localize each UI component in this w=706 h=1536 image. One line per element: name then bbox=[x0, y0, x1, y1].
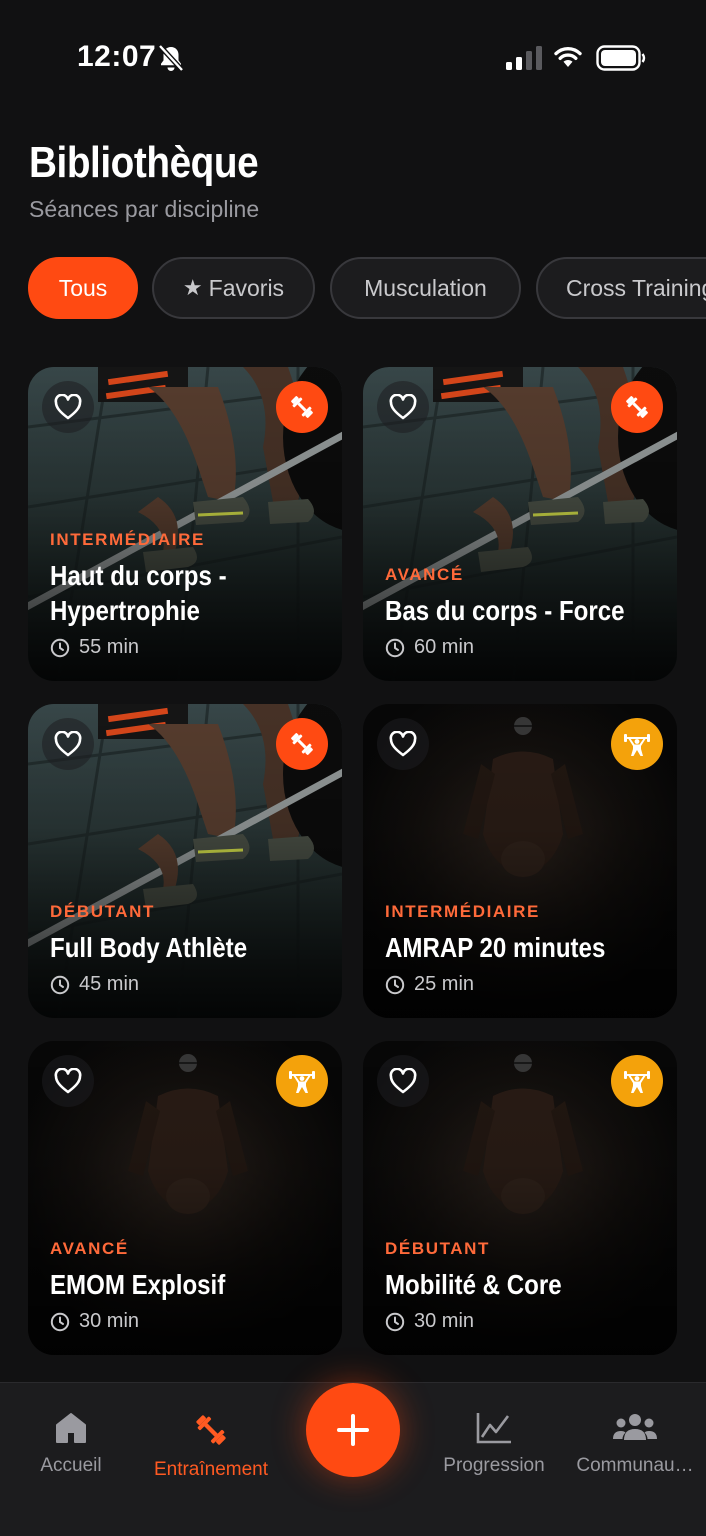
workout-duration: 30 min bbox=[50, 1310, 326, 1333]
duration-text: 45 min bbox=[79, 973, 140, 995]
tab-communaute[interactable]: Communau… bbox=[565, 1411, 705, 1477]
tab-entrainement[interactable]: Entraînement bbox=[141, 1411, 281, 1481]
status-time: 12:07 bbox=[77, 40, 157, 73]
clock-icon bbox=[385, 638, 405, 657]
workout-duration: 30 min bbox=[385, 1310, 661, 1333]
workout-level: DÉBUTANT bbox=[50, 902, 156, 921]
favorite-button[interactable] bbox=[42, 718, 94, 770]
dumbbell-icon bbox=[196, 1415, 226, 1445]
filter-chip-favoris[interactable]: ★ Favoris bbox=[152, 257, 315, 319]
duration-text: 60 min bbox=[414, 636, 475, 658]
workout-card[interactable]: DÉBUTANT Full Body Athlète 45 min bbox=[28, 704, 342, 1018]
heart-outline-icon bbox=[389, 731, 417, 757]
discipline-badge bbox=[611, 1055, 663, 1107]
heart-outline-icon bbox=[389, 394, 417, 420]
dumbbell-icon bbox=[291, 396, 313, 418]
discipline-filter-bar: Tous ★ Favoris Musculation Cross Trainin… bbox=[0, 257, 706, 321]
status-bar: 12:07 bbox=[0, 0, 706, 110]
duration-text: 30 min bbox=[79, 1310, 140, 1332]
chart-icon bbox=[476, 1413, 511, 1444]
workout-level: AVANCÉ bbox=[385, 565, 464, 584]
page-subtitle: Séances par discipline bbox=[29, 196, 260, 222]
star-icon: ★ bbox=[182, 275, 203, 300]
workout-duration: 45 min bbox=[50, 973, 326, 996]
favorite-button[interactable] bbox=[42, 1055, 94, 1107]
heart-outline-icon bbox=[54, 731, 82, 757]
workout-level: INTERMÉDIAIRE bbox=[385, 902, 540, 921]
favorite-button[interactable] bbox=[377, 381, 429, 433]
tab-label: Progression bbox=[443, 1455, 545, 1476]
bell-off-icon bbox=[158, 44, 184, 72]
plus-icon bbox=[337, 1414, 369, 1446]
clock-icon bbox=[385, 975, 405, 994]
weightlifter-icon bbox=[624, 734, 650, 756]
duration-text: 25 min bbox=[414, 973, 475, 995]
filter-chip-musculation[interactable]: Musculation bbox=[330, 257, 521, 319]
tab-label: Entraînement bbox=[153, 1459, 269, 1480]
discipline-badge bbox=[276, 1055, 328, 1107]
workout-title: Full Body Athlète bbox=[50, 932, 248, 963]
workout-title: AMRAP 20 minutes bbox=[385, 932, 606, 963]
weightlifter-icon bbox=[624, 1071, 650, 1093]
workout-title: Mobilité & Core bbox=[385, 1269, 562, 1300]
filter-chip-label: Favoris bbox=[208, 274, 285, 301]
wifi-icon bbox=[554, 46, 582, 67]
filter-chip-cross-training[interactable]: Cross Training bbox=[536, 257, 706, 319]
workout-duration: 60 min bbox=[385, 636, 661, 659]
filter-chip-label: Musculation bbox=[364, 274, 487, 301]
filter-chip-label: Cross Training bbox=[566, 274, 706, 301]
tab-label: Accueil bbox=[40, 1455, 102, 1476]
duration-text: 55 min bbox=[79, 636, 140, 658]
filter-chip-label: Tous bbox=[58, 274, 108, 301]
discipline-badge bbox=[276, 718, 328, 770]
favorite-button[interactable] bbox=[377, 1055, 429, 1107]
workout-title: Bas du corps - Force bbox=[385, 595, 625, 626]
tab-label: Communau… bbox=[576, 1455, 694, 1476]
favorite-button[interactable] bbox=[42, 381, 94, 433]
heart-outline-icon bbox=[54, 1068, 82, 1094]
workout-card[interactable]: AVANCÉ EMOM Explosif 30 min bbox=[28, 1041, 342, 1355]
workout-card[interactable]: INTERMÉDIAIRE Haut du corps - Hypertroph… bbox=[28, 367, 342, 681]
heart-outline-icon bbox=[54, 394, 82, 420]
weightlifter-icon bbox=[289, 1071, 315, 1093]
dumbbell-icon bbox=[626, 396, 648, 418]
workout-card[interactable]: AVANCÉ Bas du corps - Force 60 min bbox=[363, 367, 677, 681]
workout-card[interactable]: DÉBUTANT Mobilité & Core 30 min bbox=[363, 1041, 677, 1355]
page-title: Bibliothèque bbox=[29, 138, 259, 187]
battery-icon bbox=[596, 45, 646, 71]
workout-level: INTERMÉDIAIRE bbox=[50, 530, 205, 549]
clock-icon bbox=[50, 1312, 70, 1331]
duration-text: 30 min bbox=[414, 1310, 475, 1332]
workout-title: EMOM Explosif bbox=[50, 1269, 226, 1300]
discipline-badge bbox=[276, 381, 328, 433]
workout-card[interactable]: INTERMÉDIAIRE AMRAP 20 minutes 25 min bbox=[363, 704, 677, 1018]
workout-duration: 55 min bbox=[50, 636, 326, 659]
dumbbell-icon bbox=[291, 733, 313, 755]
discipline-badge bbox=[611, 718, 663, 770]
workout-level: DÉBUTANT bbox=[385, 1239, 491, 1258]
clock-icon bbox=[50, 638, 70, 657]
cellular-signal-icon bbox=[506, 46, 542, 70]
tab-progression[interactable]: Progression bbox=[424, 1411, 564, 1477]
clock-icon bbox=[50, 975, 70, 994]
clock-icon bbox=[385, 1312, 405, 1331]
workout-duration: 25 min bbox=[385, 973, 661, 996]
favorite-button[interactable] bbox=[377, 718, 429, 770]
workout-title: Haut du corps - Hypertrophie bbox=[50, 560, 227, 626]
discipline-badge bbox=[611, 381, 663, 433]
heart-outline-icon bbox=[389, 1068, 417, 1094]
add-session-button[interactable] bbox=[306, 1383, 400, 1477]
community-icon bbox=[613, 1414, 657, 1440]
home-icon bbox=[56, 1413, 86, 1443]
filter-chip-tous[interactable]: Tous bbox=[28, 257, 138, 319]
tab-accueil[interactable]: Accueil bbox=[1, 1411, 141, 1477]
workout-level: AVANCÉ bbox=[50, 1239, 129, 1258]
